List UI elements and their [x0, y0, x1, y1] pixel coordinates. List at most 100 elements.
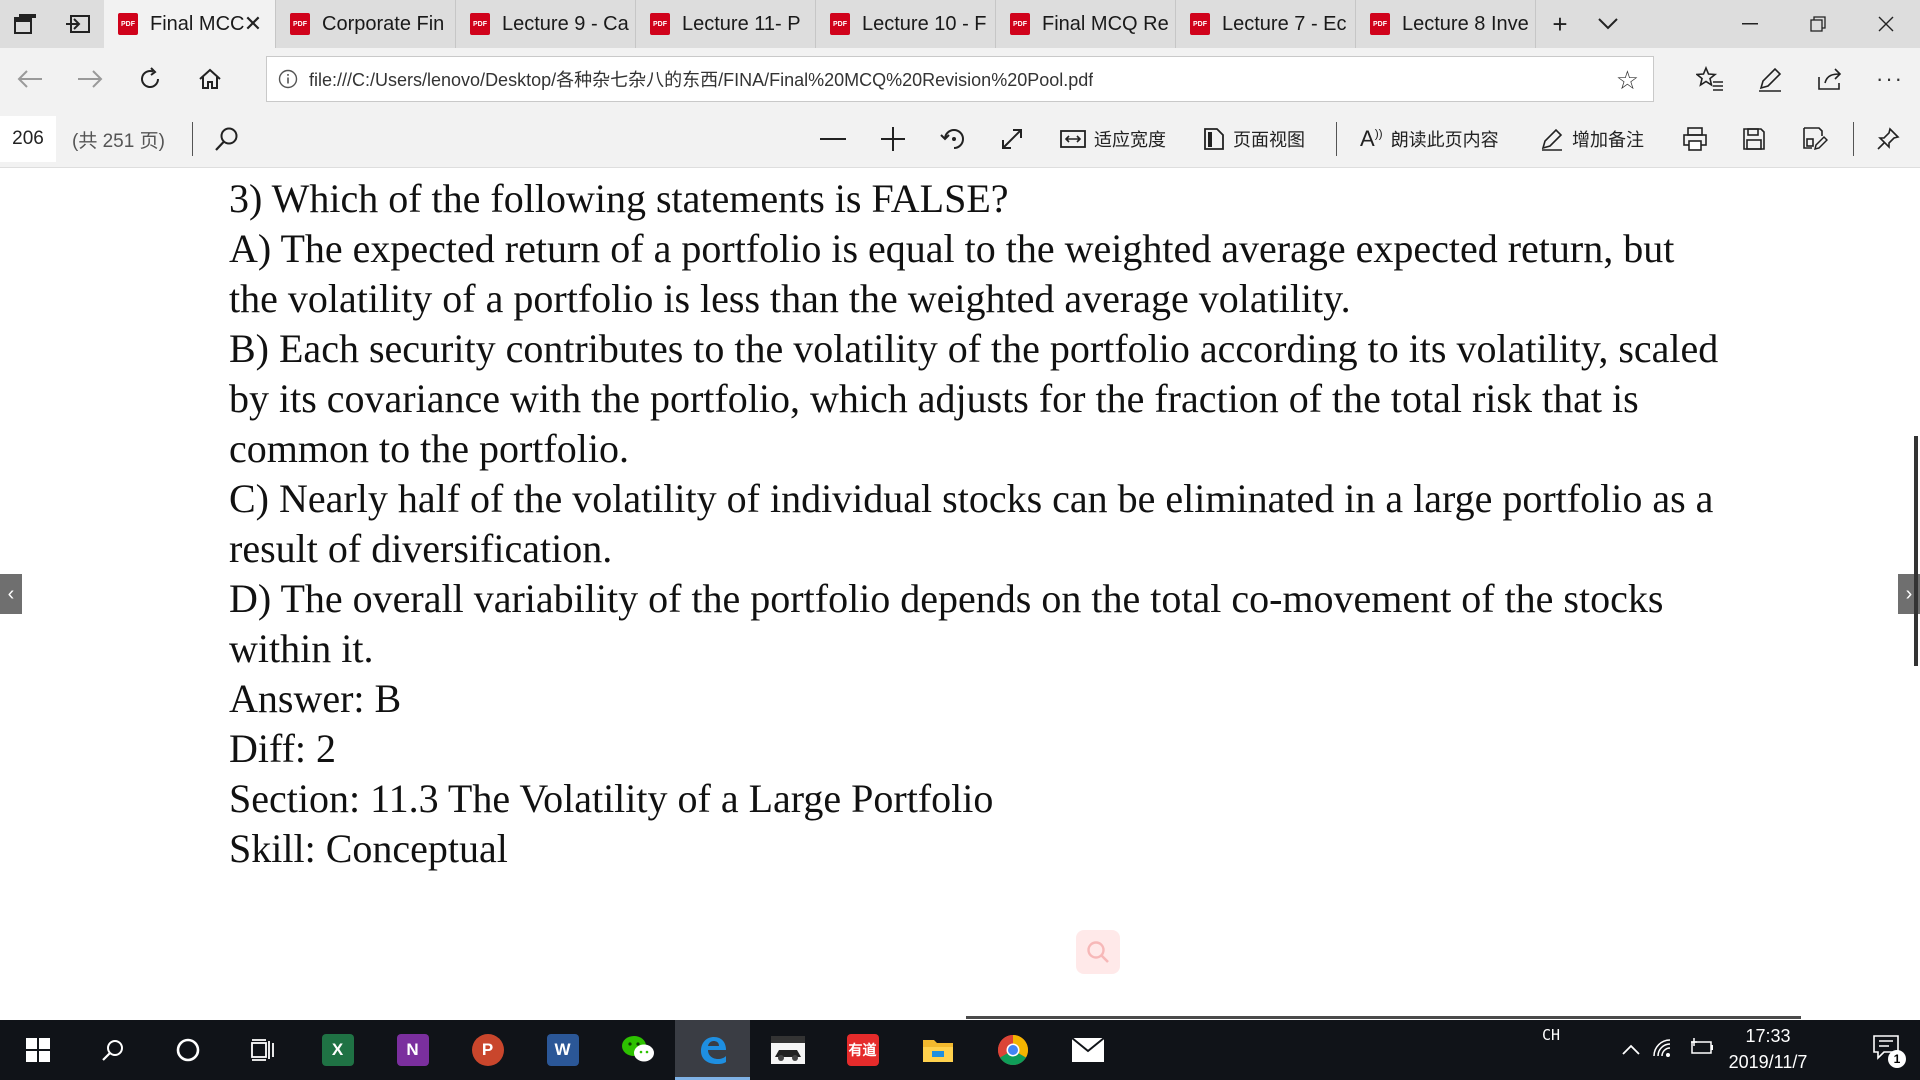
pdf-icon: PDF: [290, 13, 310, 35]
save-button[interactable]: [1742, 119, 1766, 159]
page-view-icon: [1204, 128, 1224, 150]
zoom-in-button[interactable]: [880, 119, 906, 159]
save-as-button[interactable]: [1802, 119, 1828, 159]
edge-icon: [700, 1037, 726, 1064]
word-icon: W: [546, 1034, 579, 1066]
fullscreen-button[interactable]: [1000, 119, 1024, 159]
taskbar-onenote[interactable]: N: [375, 1020, 450, 1080]
tab-list-button[interactable]: [1584, 0, 1632, 48]
new-tab-button[interactable]: +: [1536, 0, 1584, 48]
taskbar-wechat[interactable]: [600, 1020, 675, 1080]
fit-width-icon: [1060, 130, 1086, 148]
option-d-line-2: within it.: [229, 626, 374, 671]
tab-label: Lecture 8 Inve: [1402, 12, 1529, 35]
windows-icon: [25, 1038, 50, 1062]
question-line: 3) Which of the following statements is …: [229, 176, 1009, 221]
url-text[interactable]: file:///C:/Users/lenovo/Desktop/各种杂七杂八的东…: [309, 66, 1093, 92]
vertical-scrollbar[interactable]: [1914, 436, 1918, 666]
wifi-icon[interactable]: [1652, 1038, 1676, 1064]
forward-button[interactable]: [60, 48, 120, 110]
youdao-icon: 有道: [846, 1034, 879, 1066]
tab-lecture-10[interactable]: PDF Lecture 10 - F: [816, 0, 996, 48]
find-button[interactable]: [214, 119, 240, 159]
page-number-input[interactable]: 206: [0, 116, 56, 162]
taskbar-powerpoint[interactable]: P: [450, 1020, 525, 1080]
share-button[interactable]: [1800, 48, 1860, 110]
taskbar-mail[interactable]: [1050, 1020, 1125, 1080]
minus-icon: [820, 138, 846, 140]
cortana-icon: [176, 1038, 199, 1062]
tab-lecture-8[interactable]: PDF Lecture 8 Inve: [1356, 0, 1536, 48]
taskbar-youdao[interactable]: 有道: [825, 1020, 900, 1080]
section-line: Section: 11.3 The Volatility of a Large …: [229, 776, 994, 821]
task-view-button[interactable]: [225, 1020, 300, 1080]
taskbar: X N P W 有道 CH 17:33 2019/11/7 1: [0, 1020, 1920, 1080]
option-b-line-1: B) Each security contributes to the vola…: [229, 326, 1719, 371]
add-notes-button[interactable]: 增加备注: [1540, 119, 1644, 159]
horizontal-scrollbar[interactable]: [966, 1016, 1801, 1019]
taskbar-edge[interactable]: [675, 1020, 750, 1080]
pdf-icon: PDF: [118, 13, 138, 35]
tab-lecture-7[interactable]: PDF Lecture 7 - Ec: [1176, 0, 1356, 48]
tab-label: Corporate Fin: [322, 12, 445, 35]
car-game-icon: [770, 1036, 805, 1064]
pdf-icon: PDF: [830, 13, 850, 35]
tab-final-mcq[interactable]: PDF Final MCC ✕: [104, 0, 276, 48]
clock[interactable]: 17:33 2019/11/7: [1708, 1023, 1828, 1075]
refresh-button[interactable]: [120, 48, 180, 110]
taskbar-excel[interactable]: X: [300, 1020, 375, 1080]
home-button[interactable]: [180, 48, 240, 110]
option-b-line-2: by its covariance with the portfolio, wh…: [229, 376, 1639, 421]
set-tabs-aside-icon[interactable]: [52, 0, 104, 48]
zoom-out-button[interactable]: [820, 119, 846, 159]
taskbar-chrome[interactable]: [975, 1020, 1050, 1080]
minimize-icon: [1742, 23, 1758, 25]
minimize-button[interactable]: [1716, 0, 1784, 48]
previous-page-button[interactable]: ‹: [0, 574, 22, 614]
star-icon[interactable]: ☆: [1616, 65, 1639, 96]
restore-button[interactable]: [1784, 0, 1852, 48]
chevron-up-icon[interactable]: [1622, 1038, 1640, 1061]
tab-lecture-11[interactable]: PDF Lecture 11- P: [636, 0, 816, 48]
page-view-button[interactable]: 页面视图: [1203, 119, 1305, 159]
tab-lecture-9[interactable]: PDF Lecture 9 - Ca: [456, 0, 636, 48]
print-icon: [1683, 127, 1707, 151]
info-icon[interactable]: [267, 57, 309, 101]
rotate-button[interactable]: [940, 119, 968, 159]
arrow-right-icon: [78, 70, 103, 88]
fit-width-button[interactable]: 适应宽度: [1060, 119, 1166, 159]
add-notes-label: 增加备注: [1572, 130, 1644, 150]
start-button[interactable]: [0, 1020, 75, 1080]
search-icon: [215, 127, 238, 151]
toolbar-divider: [1853, 122, 1854, 156]
pin-icon: [1877, 127, 1900, 150]
search-button[interactable]: [75, 1020, 150, 1080]
tab-corporate-fin[interactable]: PDF Corporate Fin: [276, 0, 456, 48]
print-button[interactable]: [1682, 119, 1708, 159]
back-button[interactable]: [0, 48, 60, 110]
arrow-left-icon: [17, 70, 42, 88]
clock-date: 2019/11/7: [1728, 1052, 1808, 1072]
answer-line: Answer: B: [229, 676, 402, 721]
tab-final-mcq-re[interactable]: PDF Final MCQ Re: [996, 0, 1176, 48]
option-a-line-2: the volatility of a portfolio is less th…: [229, 276, 1351, 321]
pin-toolbar-button[interactable]: [1876, 119, 1900, 159]
pdf-toolbar: 206 (共 251 页) 适应宽度 页面视图 A)) 朗读此页内容 增加备注: [0, 110, 1920, 168]
tab-actions-icon[interactable]: [0, 0, 52, 48]
tab-label: Lecture 10 - F: [862, 12, 987, 35]
close-tab-icon[interactable]: ✕: [241, 11, 265, 36]
settings-more-button[interactable]: ···: [1860, 48, 1920, 110]
read-aloud-button[interactable]: A)) 朗读此页内容: [1360, 119, 1499, 159]
favorites-button[interactable]: [1680, 48, 1740, 110]
web-note-button[interactable]: [1740, 48, 1800, 110]
taskbar-asphalt[interactable]: [750, 1020, 825, 1080]
action-center-button[interactable]: 1: [1872, 1034, 1906, 1068]
address-bar[interactable]: file:///C:/Users/lenovo/Desktop/各种杂七杂八的东…: [266, 56, 1654, 102]
pdf-document[interactable]: 3) Which of the following statements is …: [0, 168, 1920, 1020]
input-method-indicator[interactable]: CH: [1542, 1026, 1560, 1044]
close-window-button[interactable]: [1852, 0, 1920, 48]
taskbar-word[interactable]: W: [525, 1020, 600, 1080]
floating-search-button[interactable]: [1076, 930, 1120, 974]
cortana-button[interactable]: [150, 1020, 225, 1080]
taskbar-file-explorer[interactable]: [900, 1020, 975, 1080]
